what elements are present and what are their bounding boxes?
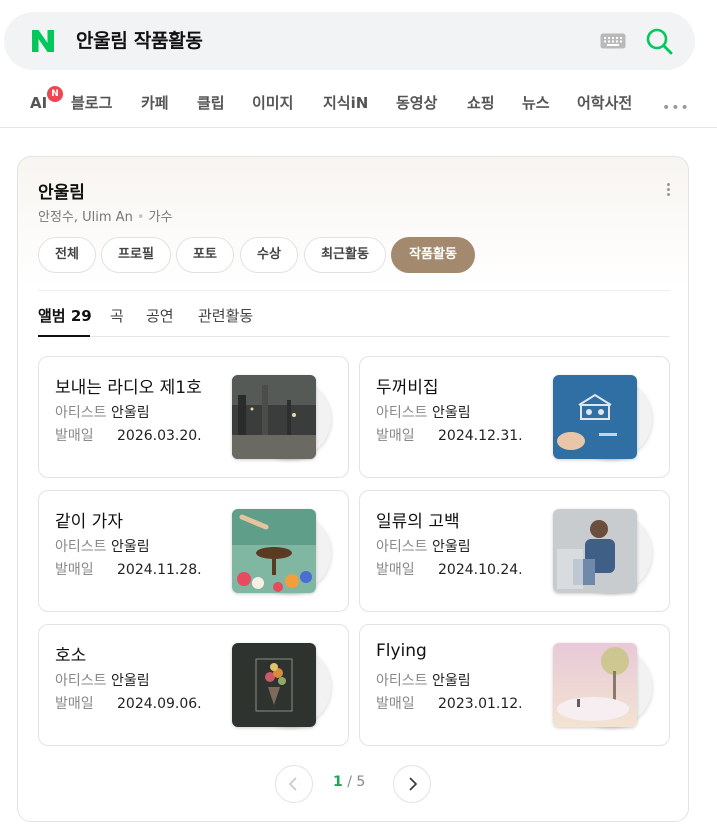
search-tabs: AI 블로그 카페 클립 이미지 지식iN 동영상 쇼핑 뉴스 어학사전 ••• <box>0 82 717 128</box>
album-release-date: 발매일 2024.10.24. <box>376 562 523 578</box>
current-page: 1 <box>333 774 343 790</box>
album-release-date: 발매일 2024.12.31. <box>376 428 523 444</box>
album-cover <box>232 643 316 727</box>
search-icon[interactable] <box>644 26 674 56</box>
tab-kin[interactable]: 지식iN <box>323 93 368 113</box>
album-artist: 아티스트 안울림 <box>376 405 471 421</box>
tab-news[interactable]: 뉴스 <box>522 93 550 113</box>
divider <box>38 290 670 291</box>
subtab-performance[interactable]: 공연 <box>146 305 174 326</box>
chip-all[interactable]: 전체 <box>38 237 96 273</box>
album-card[interactable]: 두꺼비집 아티스트 안울림 발매일 2024.12.31. <box>359 356 670 478</box>
album-cover <box>232 509 316 593</box>
page-indicator: 1 / 5 <box>333 774 366 790</box>
tab-shopping[interactable]: 쇼핑 <box>467 93 495 113</box>
album-title: 보내는 라디오 제1호 <box>55 378 202 398</box>
tab-clip[interactable]: 클립 <box>197 93 225 113</box>
chevron-left-icon <box>288 777 297 791</box>
next-page-button[interactable] <box>393 765 431 803</box>
album-card[interactable]: 같이 가자 아티스트 안울림 발매일 2024.11.28. <box>38 490 349 612</box>
chevron-right-icon <box>409 777 418 791</box>
artist-subtitle: 안정수, Ulim An • 가수 <box>38 206 172 225</box>
album-cover <box>553 643 637 727</box>
total-pages: 5 <box>356 774 366 790</box>
artist-card: 안울림 안정수, Ulim An • 가수 전체 프로필 포토 수상 최근활동 작품… <box>17 156 689 822</box>
album-artist: 아티스트 안울림 <box>55 539 150 555</box>
naver-logo[interactable] <box>30 28 56 54</box>
album-title: 같이 가자 <box>55 512 123 532</box>
tab-blog[interactable]: 블로그 <box>71 93 112 113</box>
album-release-date: 발매일 2024.11.28. <box>55 562 202 578</box>
album-card[interactable]: Flying 아티스트 안울림 발매일 2023.01.12. <box>359 624 670 746</box>
search-input[interactable]: 안울림 작품활동 <box>76 28 203 54</box>
album-artist: 아티스트 안울림 <box>376 673 471 689</box>
prev-page-button[interactable] <box>275 765 313 803</box>
album-card[interactable]: 일류의 고백 아티스트 안울림 발매일 2024.10.24. <box>359 490 670 612</box>
album-title: 두꺼비집 <box>376 378 439 398</box>
keyboard-icon[interactable] <box>600 33 626 49</box>
subtab-album[interactable]: 앨범 29 <box>38 305 92 326</box>
more-options-icon[interactable] <box>663 183 673 201</box>
chip-profile[interactable]: 프로필 <box>101 237 171 273</box>
artist-name[interactable]: 안울림 <box>38 178 85 203</box>
tab-cafe[interactable]: 카페 <box>141 93 169 113</box>
search-bar: 안울림 작품활동 <box>4 12 695 70</box>
tab-ai[interactable]: AI <box>30 93 47 113</box>
album-release-date: 발매일 2024.09.06. <box>55 696 202 712</box>
album-title: 일류의 고백 <box>376 512 460 532</box>
album-artist: 아티스트 안울림 <box>376 539 471 555</box>
more-icon[interactable]: ••• <box>662 100 690 116</box>
separator-dot: • <box>136 210 145 225</box>
tab-video[interactable]: 동영상 <box>396 93 437 113</box>
album-release-date: 발매일 2023.01.12. <box>376 696 523 712</box>
album-count: 29 <box>70 307 92 325</box>
works-subtabs: 앨범 29 곡 공연 관련활동 <box>38 303 670 337</box>
album-artist: 아티스트 안울림 <box>55 405 150 421</box>
artist-aliases: 안정수, Ulim An <box>38 210 133 225</box>
album-title: Flying <box>376 641 427 661</box>
album-cover <box>553 509 637 593</box>
album-title: 호소 <box>55 646 87 666</box>
subtab-related[interactable]: 관련활동 <box>198 305 253 326</box>
subtab-song[interactable]: 곡 <box>110 305 124 326</box>
chip-recent[interactable]: 최근활동 <box>304 237 386 273</box>
album-release-date: 발매일 2026.03.20. <box>55 428 202 444</box>
chip-awards[interactable]: 수상 <box>240 237 298 273</box>
album-cover <box>232 375 316 459</box>
album-card[interactable]: 호소 아티스트 안울림 발매일 2024.09.06. <box>38 624 349 746</box>
album-artist: 아티스트 안울림 <box>55 673 150 689</box>
album-card[interactable]: 보내는 라디오 제1호 아티스트 안울림 발매일 2026.03.20. <box>38 356 349 478</box>
chip-works[interactable]: 작품활동 <box>391 237 475 273</box>
artist-role: 가수 <box>148 210 173 225</box>
chip-photo[interactable]: 포토 <box>176 237 234 273</box>
tab-image[interactable]: 이미지 <box>252 93 293 113</box>
ai-new-badge: N <box>47 86 63 102</box>
album-cover <box>553 375 637 459</box>
active-subtab-indicator <box>38 335 90 337</box>
tab-dictionary[interactable]: 어학사전 <box>577 93 632 113</box>
